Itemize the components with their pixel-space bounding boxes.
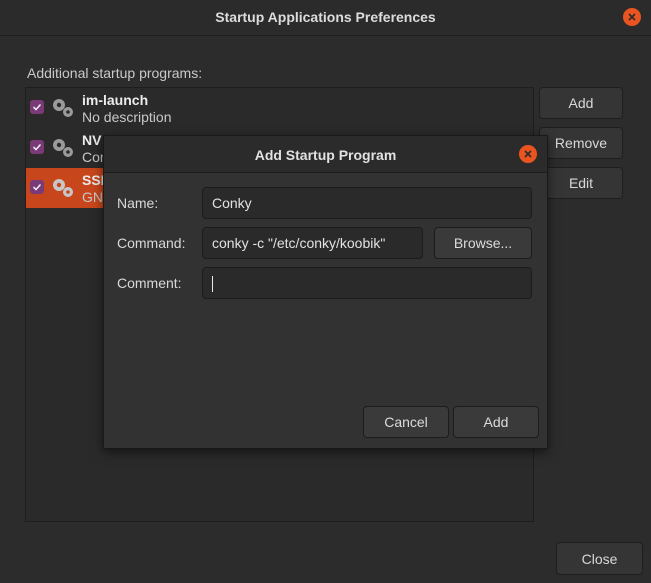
command-label: Command:	[117, 235, 186, 251]
section-label: Additional startup programs:	[27, 65, 203, 81]
checkbox-checked[interactable]	[30, 140, 44, 154]
remove-button[interactable]: Remove	[539, 127, 623, 159]
gears-icon	[53, 99, 73, 117]
window-title: Startup Applications Preferences	[215, 9, 436, 25]
program-name: NV	[82, 132, 102, 148]
command-field[interactable]: conky -c "/etc/conky/koobik"	[202, 227, 423, 259]
close-button[interactable]: Close	[556, 542, 643, 575]
add-button[interactable]: Add	[539, 87, 623, 119]
cancel-button[interactable]: Cancel	[363, 406, 449, 438]
dialog-close-icon[interactable]	[519, 145, 537, 163]
add-startup-program-dialog: Add Startup Program Name: Conky Command:…	[103, 135, 548, 449]
dialog-titlebar: Add Startup Program	[104, 136, 547, 173]
dialog-add-button[interactable]: Add	[453, 406, 539, 438]
program-description: Cor	[82, 149, 105, 165]
gears-icon	[53, 139, 73, 157]
checkbox-checked[interactable]	[30, 180, 44, 194]
program-description: GN	[82, 189, 103, 205]
program-description: No description	[82, 109, 172, 125]
program-name: SSI	[82, 172, 105, 188]
name-field[interactable]: Conky	[202, 187, 532, 219]
text-cursor	[212, 276, 213, 293]
edit-button[interactable]: Edit	[539, 167, 623, 199]
program-name: im-launch	[82, 92, 149, 108]
dialog-title: Add Startup Program	[254, 147, 397, 163]
checkbox-checked[interactable]	[30, 100, 44, 114]
window-titlebar: Startup Applications Preferences	[0, 0, 651, 36]
window-close-icon[interactable]	[623, 8, 641, 26]
comment-field[interactable]	[202, 267, 532, 299]
comment-label: Comment:	[117, 275, 182, 291]
list-item[interactable]: im-launch No description	[26, 88, 533, 128]
gears-icon	[53, 179, 73, 197]
browse-button[interactable]: Browse...	[434, 227, 532, 259]
name-label: Name:	[117, 195, 159, 211]
